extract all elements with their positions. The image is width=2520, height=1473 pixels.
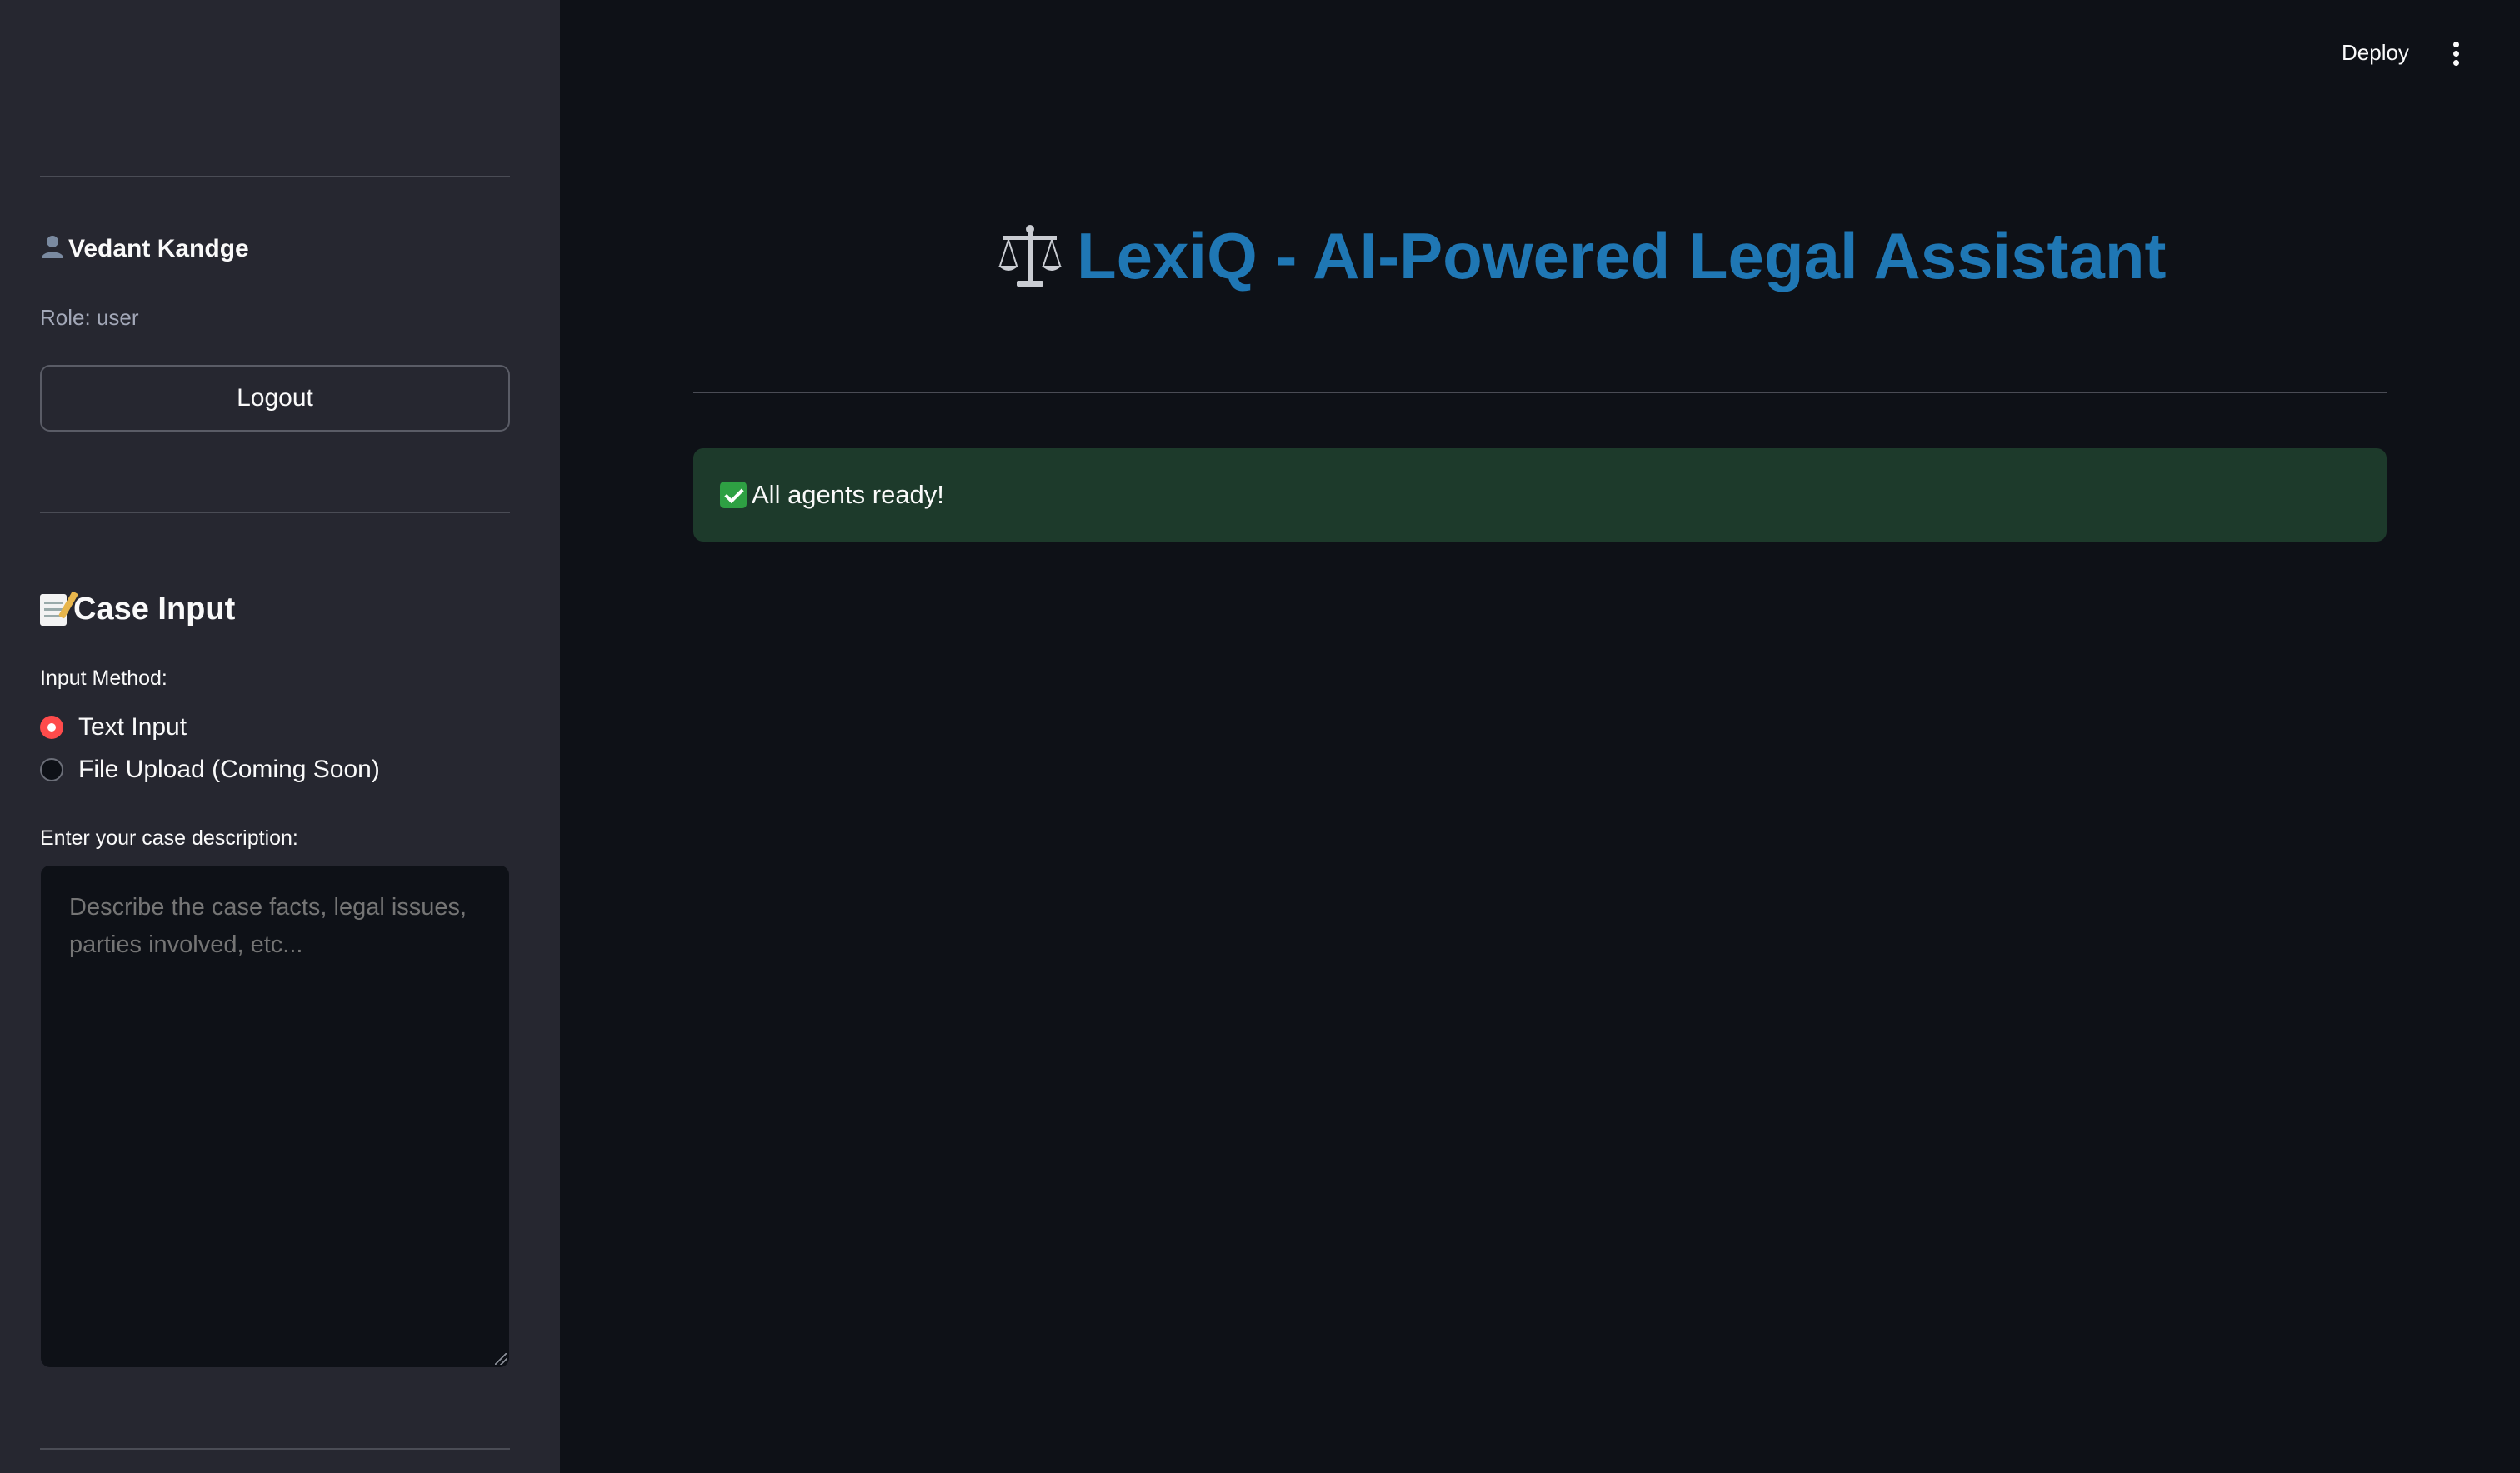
sidebar: Vedant Kandge Role: user Logout Case Inp…	[0, 0, 560, 1473]
page-title: LexiQ - AI-Powered Legal Assistant	[997, 218, 2167, 294]
user-name-text: Vedant Kandge	[68, 235, 249, 262]
deploy-button[interactable]: Deploy	[2342, 40, 2409, 66]
status-text: All agents ready!	[752, 480, 944, 509]
case-input-title: Case Input	[73, 592, 236, 627]
radio-text-input[interactable]: Text Input	[40, 713, 187, 741]
sidebar-divider	[40, 1448, 510, 1450]
sidebar-divider	[40, 512, 510, 513]
radio-label: File Upload (Coming Soon)	[78, 756, 380, 783]
resize-handle-icon[interactable]	[495, 1353, 507, 1365]
radio-label: Text Input	[78, 713, 188, 741]
balance-scale-icon	[998, 224, 1062, 287]
main-divider	[693, 392, 2387, 393]
app-window: Vedant Kandge Role: user Logout Case Inp…	[0, 0, 2520, 1473]
input-method-label: Input Method:	[40, 667, 168, 690]
user-role: Role: user	[40, 305, 139, 330]
case-input-heading: Case Input	[40, 592, 235, 627]
user-silhouette-icon	[40, 233, 65, 265]
logout-button[interactable]: Logout	[40, 365, 510, 432]
check-mark-icon	[720, 482, 747, 508]
case-description-input[interactable]	[40, 865, 510, 1368]
status-alert: All agents ready!	[693, 448, 2387, 542]
user-name: Vedant Kandge	[40, 233, 249, 265]
memo-icon	[40, 593, 67, 626]
sidebar-divider	[40, 176, 510, 177]
radio-button[interactable]	[40, 758, 63, 781]
radio-button-selected[interactable]	[40, 716, 63, 739]
page-title-text: LexiQ - AI-Powered Legal Assistant	[1077, 219, 2167, 292]
case-description-label: Enter your case description:	[40, 826, 298, 850]
radio-file-upload[interactable]: File Upload (Coming Soon)	[40, 756, 380, 784]
vertical-ellipsis-icon[interactable]	[2450, 42, 2462, 67]
